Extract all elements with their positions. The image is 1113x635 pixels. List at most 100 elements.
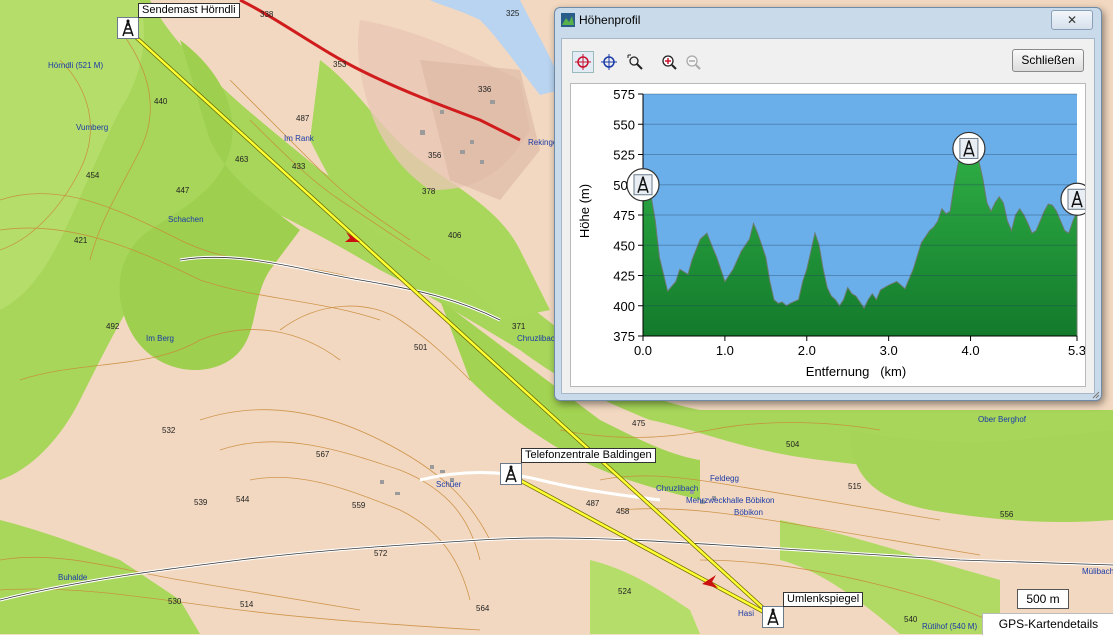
elevation-label: 447 — [176, 186, 190, 195]
y-axis-label: Höhe (m) — [577, 184, 592, 238]
tower-marker-telefonzentrale[interactable] — [500, 463, 522, 485]
zoom-in-button[interactable] — [658, 51, 680, 73]
tower-icon — [505, 465, 517, 483]
place-label: Schachen — [168, 215, 204, 224]
elevation-label: 556 — [1000, 510, 1014, 519]
place-label: Rekinge — [528, 138, 558, 147]
elevation-label: 540 — [904, 615, 918, 624]
elevation-label: 515 — [848, 482, 862, 491]
x-tick-label: 4.0 — [962, 343, 980, 358]
zoom-out-button[interactable] — [682, 51, 704, 73]
select-point-tool-button[interactable] — [572, 51, 594, 73]
zoom-out-icon — [686, 55, 701, 70]
place-label: Im Berg — [146, 334, 175, 343]
x-tick-label: 5.3 — [1068, 343, 1085, 358]
elevation-label: 406 — [448, 231, 462, 240]
gps-map-details-button[interactable]: GPS-Kartendetails — [982, 613, 1113, 635]
elevation-label: 544 — [236, 495, 250, 504]
map-scale: 500 m — [1017, 589, 1069, 609]
elevation-chart-container: 575 550 525 500 475 450 425 400 375 0.0 1.0 2.0 3.0 4… — [570, 83, 1094, 387]
profile-tower-marker[interactable] — [626, 168, 660, 202]
elevation-label: 325 — [506, 9, 520, 18]
umlenkspiegel-label: Umlenkspiegel — [783, 592, 864, 607]
dialog-client-area: Schließen 575 550 525 500 475 450 425 400 375 0.0… — [561, 38, 1095, 394]
elevation-label: 487 — [586, 499, 600, 508]
zoom-in-icon — [662, 55, 677, 70]
profile-tower-marker[interactable] — [952, 131, 986, 166]
elevation-label: 572 — [374, 549, 388, 558]
place-label: Hasi — [738, 609, 755, 618]
elevation-label: 463 — [235, 155, 249, 164]
y-tick-label: 425 — [613, 269, 635, 284]
elevation-label: 338 — [260, 10, 274, 19]
y-tick-label: 525 — [613, 148, 635, 163]
elevation-label: 539 — [194, 498, 208, 507]
tower-icon — [122, 19, 134, 37]
elevation-label: 356 — [428, 151, 442, 160]
elevation-label: 524 — [618, 587, 632, 596]
elevation-label: 567 — [316, 450, 330, 459]
place-label: Mülibach — [1082, 567, 1113, 576]
place-label: Ober Berghof — [978, 415, 1027, 424]
elevation-chart[interactable]: 5755505255004754504254003750.0 1.0 2.0 3.0 4… — [571, 84, 1094, 386]
elevation-label: 564 — [476, 604, 490, 613]
y-tick-label: 575 — [613, 87, 635, 102]
window-close-button[interactable]: ✕ — [1051, 10, 1093, 30]
y-tick-label: 375 — [613, 329, 635, 344]
place-label: Böbikon — [734, 508, 763, 517]
place-label: Buhalde — [58, 573, 88, 582]
dialog-title: Höhenprofil — [579, 13, 641, 27]
select-point-tool-icon — [575, 54, 591, 70]
elevation-label: 501 — [414, 343, 428, 352]
elevation-label: 371 — [512, 322, 526, 331]
elevation-label: 559 — [352, 501, 366, 510]
elevation-label: 378 — [422, 187, 436, 196]
y-tick-label: 450 — [613, 238, 635, 253]
place-label: Hörndli (521 M) — [48, 61, 104, 70]
x-axis-label: Entfernung (km) — [806, 364, 906, 379]
app-icon — [561, 13, 575, 27]
tower-marker-umlenkspiegel[interactable] — [762, 606, 784, 628]
x-tick-label: 3.0 — [880, 343, 898, 358]
close-dialog-button[interactable]: Schließen — [1012, 49, 1084, 72]
y-tick-label: 400 — [613, 299, 635, 314]
elevation-label: 514 — [240, 600, 254, 609]
y-tick-label: 550 — [613, 117, 635, 132]
crosshair-tool-icon — [601, 54, 617, 70]
x-tick-label: 1.0 — [716, 343, 734, 358]
elevation-label: 433 — [292, 162, 306, 171]
elevation-label: 530 — [168, 597, 182, 606]
elevation-label: 475 — [632, 419, 646, 428]
elevation-label: 336 — [478, 85, 492, 94]
close-icon: ✕ — [1066, 13, 1078, 27]
elevation-label: 421 — [74, 236, 88, 245]
place-label: Vumberg — [76, 123, 109, 132]
x-tick-label: 2.0 — [798, 343, 816, 358]
place-label: Chruzlibach — [517, 334, 560, 343]
place-label: Mehrzweckhalle Böbikon — [686, 496, 775, 505]
elevation-label: 532 — [162, 426, 176, 435]
elevation-profile-dialog: Höhenprofil ✕ Schließen 575 550 525 500 475 4… — [554, 7, 1102, 401]
y-tick-label: 475 — [613, 208, 635, 223]
zoom-area-tool-button[interactable] — [624, 51, 646, 73]
place-label: Chruzlibach — [656, 484, 699, 493]
place-label: Feldegg — [710, 474, 739, 483]
elevation-label: 454 — [86, 171, 100, 180]
resize-grip-icon[interactable] — [1090, 389, 1100, 399]
elevation-label: 458 — [616, 507, 630, 516]
tower-icon — [767, 608, 779, 626]
x-tick-label: 0.0 — [634, 343, 652, 358]
sendemast-label: Sendemast Hörndli — [138, 3, 240, 18]
elevation-label: 492 — [106, 322, 120, 331]
elevation-label: 504 — [786, 440, 800, 449]
elevation-label: 440 — [154, 97, 168, 106]
elevation-label: 487 — [296, 114, 310, 123]
crosshair-tool-button[interactable] — [598, 51, 620, 73]
telefonzentrale-label: Telefonzentrale Baldingen — [521, 448, 656, 463]
tower-marker-sendemast[interactable] — [117, 17, 139, 39]
place-label: Rütihof (540 M) — [922, 622, 978, 631]
zoom-area-tool-icon — [627, 54, 643, 70]
place-label: Schüer — [436, 480, 462, 489]
elevation-label: 353 — [333, 60, 347, 69]
place-label: Im Rank — [284, 134, 314, 143]
